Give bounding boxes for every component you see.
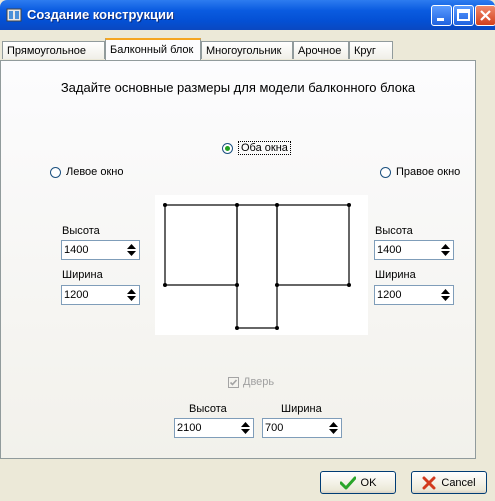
tab-rectangular[interactable]: Прямоугольное <box>2 41 105 59</box>
right-height-value: 1400 <box>377 244 402 256</box>
radio-left-label: Левое окно <box>66 166 124 178</box>
close-icon <box>480 10 491 21</box>
minimize-button[interactable] <box>431 5 452 26</box>
door-width-label: Ширина <box>281 403 322 415</box>
door-height-spinner[interactable]: 2100 <box>174 418 254 438</box>
left-height-spinner[interactable]: 1400 <box>61 240 140 260</box>
radio-right-label: Правое окно <box>396 166 461 178</box>
cross-icon <box>422 476 436 489</box>
maximize-icon <box>457 9 470 21</box>
left-width-spinner[interactable]: 1200 <box>61 285 140 305</box>
left-height-value: 1400 <box>64 244 89 256</box>
door-width-value: 700 <box>265 422 284 434</box>
left-width-value: 1200 <box>64 289 89 301</box>
maximize-button[interactable] <box>453 5 474 26</box>
ok-button-label: OK <box>360 476 377 489</box>
left-height-label: Высота <box>62 225 100 237</box>
tab-strip: Прямоугольное Балконный блок Многоугольн… <box>0 38 495 60</box>
app-icon <box>6 8 22 22</box>
cancel-button[interactable]: Cancel <box>411 471 487 494</box>
door-height-value: 2100 <box>177 422 202 434</box>
tab-circle[interactable]: Круг <box>349 41 393 59</box>
left-window-frame <box>164 204 238 286</box>
right-width-spinner[interactable]: 1200 <box>374 285 454 305</box>
door-width-spinner[interactable]: 700 <box>262 418 342 438</box>
door-checkbox[interactable] <box>228 376 239 388</box>
door-frame <box>236 204 278 329</box>
tab-arched[interactable]: Арочное <box>293 41 349 59</box>
right-height-label: Высота <box>375 225 413 237</box>
tab-polygon[interactable]: Многоугольник <box>201 41 293 59</box>
balcony-block-preview <box>155 195 368 335</box>
radio-both-windows[interactable]: Оба окна <box>222 141 291 155</box>
panel-heading: Задайте основные размеры для модели балк… <box>60 80 416 95</box>
close-button[interactable] <box>475 5 495 26</box>
checkmark-icon <box>229 378 238 386</box>
balcony-diagram <box>163 203 351 330</box>
door-height-label: Высота <box>189 403 227 415</box>
door-checkbox-label: Дверь <box>243 376 275 388</box>
spinner-arrows-icon[interactable] <box>440 288 451 302</box>
spinner-arrows-icon[interactable] <box>126 288 137 302</box>
radio-button[interactable] <box>380 166 391 178</box>
spinner-arrows-icon[interactable] <box>328 421 339 435</box>
cancel-button-label: Cancel <box>441 476 476 489</box>
radio-right-window[interactable]: Правое окно <box>380 166 460 178</box>
window-title: Создание конструкции <box>27 7 174 22</box>
spinner-arrows-icon[interactable] <box>440 243 451 257</box>
title-bar[interactable]: Создание конструкции <box>0 0 495 30</box>
checkmark-icon <box>339 476 356 489</box>
right-width-label: Ширина <box>375 269 416 281</box>
radio-left-window[interactable]: Левое окно <box>50 166 123 178</box>
tab-balcony-block[interactable]: Балконный блок <box>105 38 201 60</box>
radio-button-checked[interactable] <box>222 142 233 154</box>
ok-button[interactable]: OK <box>320 471 396 494</box>
right-window-frame <box>276 204 350 286</box>
spinner-arrows-icon[interactable] <box>126 243 137 257</box>
spinner-arrows-icon[interactable] <box>240 421 251 435</box>
radio-button[interactable] <box>50 166 61 178</box>
radio-both-label: Оба окна <box>238 141 291 155</box>
minimize-icon <box>437 18 444 21</box>
right-width-value: 1200 <box>377 289 402 301</box>
door-checkbox-row[interactable]: Дверь <box>228 376 274 388</box>
left-width-label: Ширина <box>62 269 103 281</box>
right-height-spinner[interactable]: 1400 <box>374 240 454 260</box>
